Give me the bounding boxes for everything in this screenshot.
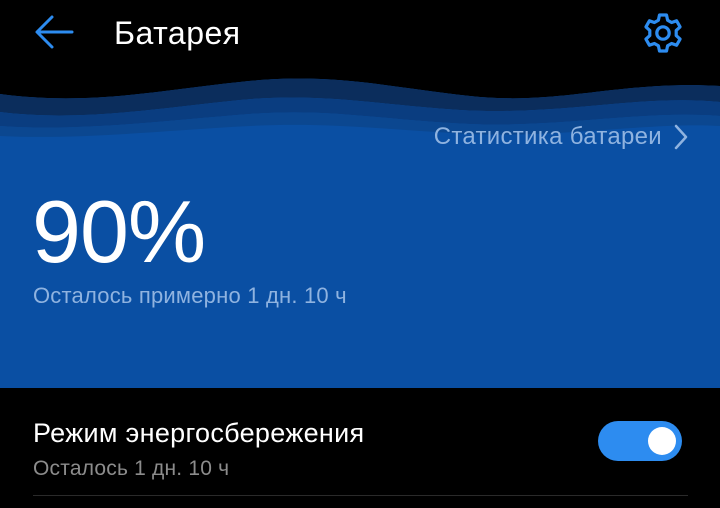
power-saving-title: Режим энергосбережения bbox=[33, 418, 365, 448]
battery-stats-link[interactable]: Статистика батареи bbox=[434, 120, 688, 154]
chevron-right-icon bbox=[674, 124, 688, 150]
battery-remaining-time: Осталось примерно 1 дн. 10 ч bbox=[33, 283, 347, 308]
gear-icon bbox=[644, 13, 682, 53]
settings-button[interactable] bbox=[638, 9, 688, 59]
page-title: Батарея bbox=[114, 15, 241, 51]
back-button[interactable] bbox=[30, 10, 82, 58]
toggle-knob bbox=[648, 427, 676, 455]
back-arrow-icon bbox=[35, 15, 74, 49]
battery-hero-panel: Статистика батареи 90% Осталось примерно… bbox=[0, 72, 720, 388]
power-saving-subtitle: Осталось 1 дн. 10 ч bbox=[33, 457, 230, 480]
divider bbox=[33, 495, 688, 496]
battery-percent: 90% bbox=[32, 182, 206, 281]
battery-screen: Батарея Статистика батареи 90% Осталось … bbox=[0, 0, 720, 508]
power-saving-row[interactable]: Режим энергосбережения Осталось 1 дн. 10… bbox=[0, 388, 720, 496]
battery-stats-label: Статистика батареи bbox=[433, 123, 662, 150]
app-bar: Батарея bbox=[0, 0, 720, 72]
power-saving-toggle[interactable] bbox=[598, 421, 682, 461]
